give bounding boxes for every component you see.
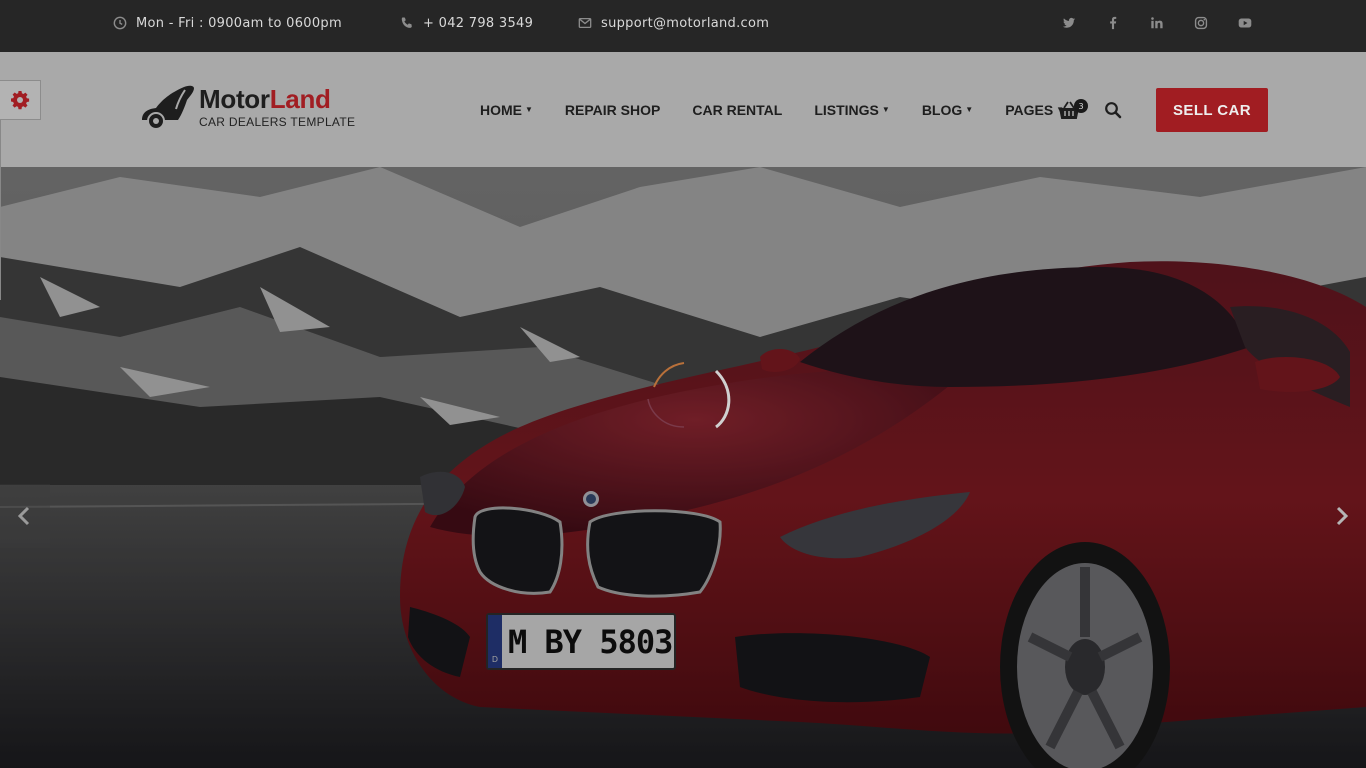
chevron-right-icon xyxy=(1336,506,1349,526)
linkedin-icon[interactable] xyxy=(1148,14,1166,32)
nav-item-label: CAR RENTAL xyxy=(692,101,783,118)
social-links xyxy=(1060,0,1254,46)
phone-icon xyxy=(401,17,412,28)
search-button[interactable] xyxy=(1104,101,1122,119)
logo-text: MotorLand xyxy=(199,84,331,115)
nav-item-label: LISTINGS xyxy=(814,101,879,118)
nav-item-label: HOME xyxy=(480,101,522,118)
top-bar: Mon - Fri : 0900am to 0600pm + 042 798 3… xyxy=(0,0,1366,52)
nav-item-listings[interactable]: LISTINGS ▼ xyxy=(814,102,889,118)
facebook-icon[interactable] xyxy=(1104,14,1122,32)
logo-text-motor: Motor xyxy=(199,84,270,114)
site-logo[interactable]: MotorLand CAR DEALERS TEMPLATE xyxy=(140,84,360,134)
clock-icon xyxy=(113,16,127,30)
car-logo-icon xyxy=(142,85,194,130)
side-panel-edge xyxy=(0,120,1,300)
cart-button[interactable]: 3 xyxy=(1058,99,1088,123)
chevron-left-icon xyxy=(17,506,30,526)
gear-icon xyxy=(11,91,30,110)
search-icon xyxy=(1105,102,1122,119)
nav-item-label: PAGES xyxy=(1005,101,1054,118)
site-header: MotorLand CAR DEALERS TEMPLATE HOME ▼ REP… xyxy=(0,52,1366,167)
slider-prev-button[interactable] xyxy=(0,484,50,548)
settings-toggle[interactable] xyxy=(0,80,41,120)
logo-text-land: Land xyxy=(269,84,331,114)
nav-item-repair-shop[interactable]: REPAIR SHOP xyxy=(565,102,660,118)
nav-item-blog[interactable]: BLOG ▼ xyxy=(922,102,973,118)
slider-next-button[interactable] xyxy=(1316,484,1366,548)
logo-tagline: CAR DEALERS TEMPLATE xyxy=(199,115,356,129)
nav-item-label: BLOG xyxy=(921,101,963,118)
youtube-icon[interactable] xyxy=(1236,14,1254,32)
nav-item-label: REPAIR SHOP xyxy=(564,101,661,118)
nav-item-car-rental[interactable]: CAR RENTAL xyxy=(692,102,782,118)
caret-down-icon: ▼ xyxy=(965,105,974,114)
main-nav: HOME ▼ REPAIR SHOP CAR RENTAL LISTINGS ▼ B… xyxy=(480,52,1096,167)
email-text[interactable]: support@motorland.com xyxy=(601,16,769,31)
sell-car-button[interactable]: SELL CAR xyxy=(1156,88,1268,132)
hours-text: Mon - Fri : 0900am to 0600pm xyxy=(136,15,342,31)
caret-down-icon: ▼ xyxy=(525,105,533,114)
twitter-icon[interactable] xyxy=(1060,14,1078,32)
envelope-icon xyxy=(578,17,592,29)
cart-count-badge: 3 xyxy=(1074,99,1088,113)
hours-info: Mon - Fri : 0900am to 0600pm xyxy=(113,0,342,46)
phone-info[interactable]: + 042 798 3549 xyxy=(400,0,533,46)
nav-item-pages[interactable]: PAGES▼ xyxy=(1005,102,1064,118)
phone-text[interactable]: + 042 798 3549 xyxy=(423,16,533,31)
caret-down-icon: ▼ xyxy=(881,105,890,114)
hero-slider: D M BY 5803 xyxy=(0,167,1366,768)
loading-spinner xyxy=(647,362,731,429)
hero-dim-overlay xyxy=(0,167,1366,768)
email-info[interactable]: support@motorland.com xyxy=(578,0,769,46)
instagram-icon[interactable] xyxy=(1192,14,1210,32)
nav-item-home[interactable]: HOME ▼ xyxy=(480,102,533,118)
